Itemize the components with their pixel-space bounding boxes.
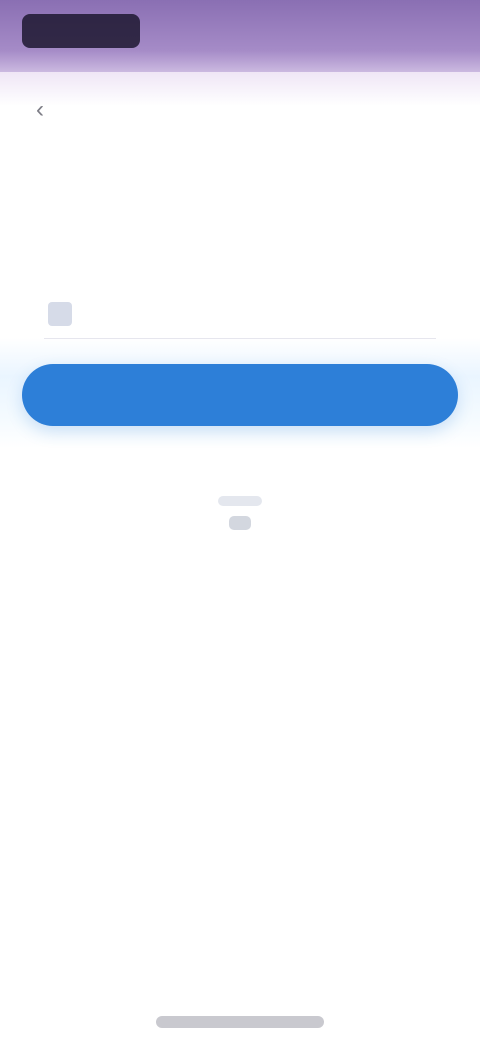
- divider-bottom: [229, 516, 251, 530]
- home-indicator: [156, 1016, 324, 1028]
- secondary-links: [0, 490, 480, 540]
- status-time: [22, 14, 140, 48]
- divider-stack: [218, 490, 262, 536]
- back-button[interactable]: ‹: [20, 90, 60, 130]
- divider-top: [218, 496, 262, 506]
- screen: ‹: [0, 0, 480, 1040]
- email-input[interactable]: [82, 298, 426, 334]
- email-field[interactable]: [44, 292, 436, 339]
- status-bar: [0, 0, 480, 72]
- mail-icon: [48, 302, 72, 326]
- app-bar: ‹: [0, 80, 480, 140]
- submit-button[interactable]: [22, 364, 458, 426]
- chevron-left-icon: ‹: [36, 96, 44, 123]
